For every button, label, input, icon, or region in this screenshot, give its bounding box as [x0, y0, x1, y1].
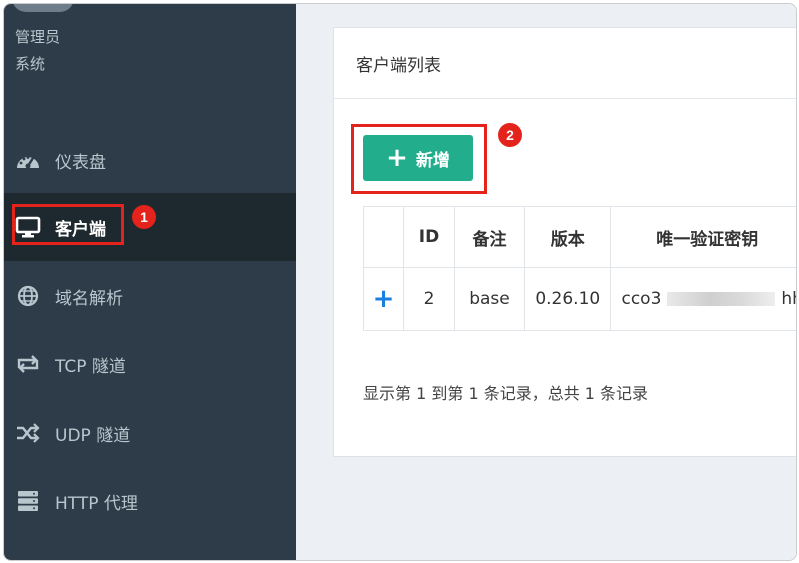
key-prefix: cco3 — [621, 289, 662, 309]
expand-row-button[interactable]: + — [362, 267, 405, 331]
globe-icon — [15, 285, 41, 307]
user-group: 系统 — [15, 55, 46, 73]
cell-remark: base — [453, 267, 526, 331]
expand-plus-icon[interactable]: + — [373, 284, 395, 314]
table-header-row: ID 备注 版本 唯一验证密钥 — [362, 206, 796, 268]
exchange-icon — [15, 353, 41, 375]
cell-key: cco3 hh — [610, 267, 796, 331]
step-badge-1: 1 — [132, 205, 156, 229]
shuffle-icon — [15, 422, 41, 444]
app-window: 管理员 系统 仪表盘 客户端 1 域名解析 TCP 隧道 UDP 隧道 HTTP… — [3, 3, 797, 561]
sidebar-item-tcp[interactable]: TCP 隧道 — [4, 330, 296, 398]
sidebar-item-label: 域名解析 — [55, 288, 123, 309]
sidebar-item-http[interactable]: HTTP 代理 — [4, 467, 296, 535]
client-list-panel: 客户端列表 2 + 新增 ID 备注 版本 唯一验证密钥 + 2 base 0.… — [333, 27, 796, 457]
sidebar-item-label: HTTP 代理 — [55, 493, 138, 514]
add-button-label: 新增 — [415, 150, 450, 171]
client-table: ID 备注 版本 唯一验证密钥 + 2 base 0.26.10 cco3 hh — [362, 206, 796, 331]
sidebar-item-dashboard[interactable]: 仪表盘 — [4, 126, 296, 194]
sidebar-item-udp[interactable]: UDP 隧道 — [4, 399, 296, 467]
server-icon — [15, 490, 41, 512]
sidebar: 管理员 系统 仪表盘 客户端 1 域名解析 TCP 隧道 UDP 隧道 HTTP… — [4, 4, 296, 560]
add-client-button[interactable]: + 新增 — [363, 135, 473, 181]
main-content: 客户端列表 2 + 新增 ID 备注 版本 唯一验证密钥 + 2 base 0.… — [296, 4, 796, 560]
sidebar-item-label: 仪表盘 — [55, 152, 106, 173]
column-header-id[interactable]: ID — [403, 206, 455, 268]
highlight-box-client — [12, 204, 124, 245]
redacted-key — [667, 292, 776, 306]
panel-title: 客户端列表 — [334, 28, 796, 99]
sidebar-item-domain[interactable]: 域名解析 — [4, 262, 296, 330]
step-badge-2: 2 — [498, 123, 522, 147]
table-row: + 2 base 0.26.10 cco3 hh — [362, 267, 796, 331]
column-header-key[interactable]: 唯一验证密钥 — [610, 206, 796, 268]
column-header-version[interactable]: 版本 — [524, 206, 612, 268]
dashboard-icon — [15, 149, 41, 171]
key-suffix: hh — [781, 289, 796, 309]
user-role: 管理员 — [15, 28, 61, 46]
column-header-remark[interactable]: 备注 — [453, 206, 526, 268]
avatar — [12, 4, 74, 12]
plus-icon: + — [386, 143, 408, 173]
sidebar-item-label: TCP 隧道 — [55, 356, 126, 377]
cell-version: 0.26.10 — [524, 267, 612, 331]
sidebar-item-label: UDP 隧道 — [55, 425, 131, 446]
pagination-info: 显示第 1 到第 1 条记录，总共 1 条记录 — [363, 384, 649, 403]
column-header-expand — [362, 206, 405, 268]
cell-id: 2 — [403, 267, 455, 331]
